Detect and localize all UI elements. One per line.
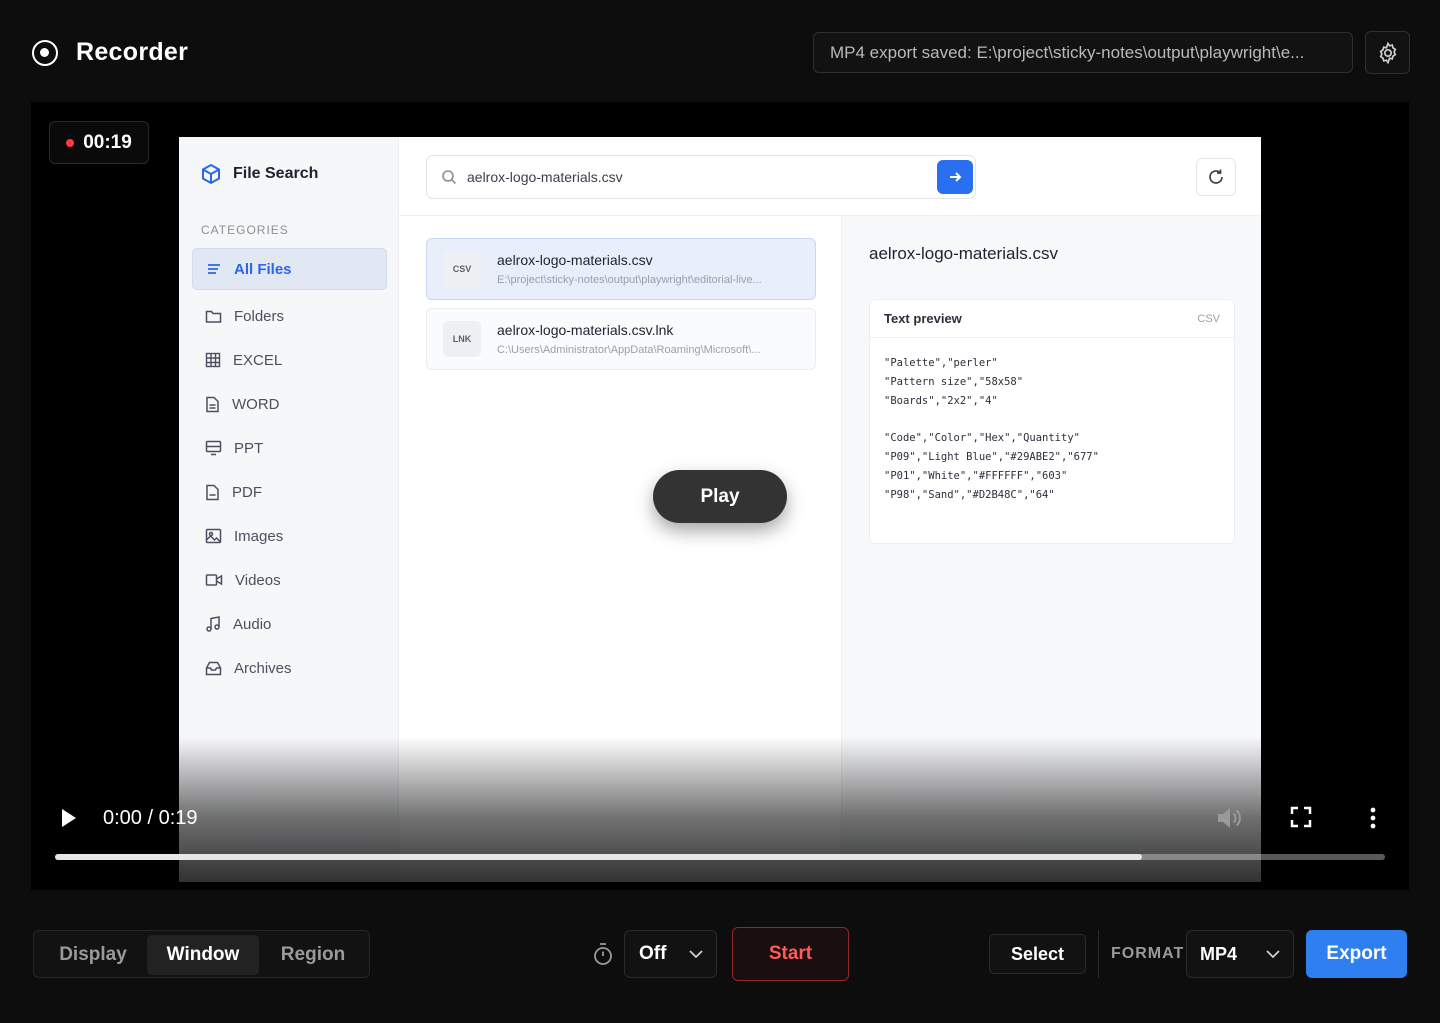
chevron-down-icon	[689, 950, 703, 959]
preview-title: aelrox-logo-materials.csv	[869, 244, 1058, 263]
nav-item-label: PPT	[234, 439, 264, 457]
mode-region-button[interactable]: Region	[258, 935, 368, 975]
file-name: aelrox-logo-materials.csv	[497, 252, 653, 268]
cube-icon	[202, 163, 220, 185]
capture-mode-group: Display Window Region	[33, 930, 370, 978]
category-nav: All Files Folders EXCEL WORD PPT PDF Ima…	[192, 248, 387, 690]
list-item[interactable]: LNK aelrox-logo-materials.csv.lnk C:\Use…	[426, 308, 816, 370]
slides-icon	[205, 440, 222, 456]
video-controls: 0:00 / 0:19	[31, 792, 1409, 852]
recording-timer: 00:19	[49, 121, 149, 164]
file-path: E:\project\sticky-notes\output\playwrigh…	[497, 274, 762, 286]
image-icon	[205, 528, 222, 544]
text-preview-card: Text preview CSV "Palette","perler" "Pat…	[869, 299, 1235, 544]
nav-item-images[interactable]: Images	[192, 514, 387, 558]
nav-item-label: PDF	[232, 483, 262, 501]
nav-item-label: WORD	[232, 395, 280, 413]
fullscreen-icon[interactable]	[1290, 806, 1312, 828]
nav-item-label: Videos	[235, 571, 281, 589]
format-label: FORMAT	[1111, 945, 1185, 962]
nav-item-label: Folders	[234, 307, 285, 325]
recording-elapsed: 00:19	[83, 131, 132, 153]
nav-item-word[interactable]: WORD	[192, 382, 387, 426]
app-logo: File Search	[201, 163, 318, 185]
start-button[interactable]: Start	[732, 927, 849, 981]
categories-label: CATEGORIES	[201, 223, 289, 237]
refresh-icon	[1209, 169, 1223, 184]
settings-button[interactable]	[1365, 31, 1410, 74]
volume-icon[interactable]	[1214, 805, 1242, 831]
gear-icon	[1379, 41, 1396, 64]
preview-content: "Palette","perler" "Pattern size","58x58…	[884, 357, 1099, 501]
format-select[interactable]: MP4	[1186, 930, 1294, 978]
pdf-icon	[206, 484, 219, 500]
list-item[interactable]: CSV aelrox-logo-materials.csv E:\project…	[426, 238, 816, 300]
refresh-button[interactable]	[1196, 158, 1236, 196]
timer-value: Off	[639, 943, 667, 964]
chevron-down-icon	[1266, 950, 1280, 959]
nav-item-label: All Files	[234, 260, 292, 278]
result-list: CSV aelrox-logo-materials.csv E:\project…	[426, 238, 816, 378]
nav-item-audio[interactable]: Audio	[192, 602, 387, 646]
search-icon	[442, 170, 457, 185]
header: Recorder MP4 export saved: E:\project\st…	[0, 0, 1440, 102]
document-icon	[206, 396, 219, 412]
record-icon	[32, 40, 58, 66]
list-icon	[208, 264, 220, 274]
progress-fill	[55, 854, 1142, 860]
mode-window-button[interactable]: Window	[147, 935, 259, 975]
file-path: C:\Users\Administrator\AppData\Roaming\M…	[497, 344, 761, 356]
search-input[interactable]: aelrox-logo-materials.csv	[426, 155, 976, 199]
select-button[interactable]: Select	[989, 934, 1086, 974]
nav-item-pdf[interactable]: PDF	[192, 470, 387, 514]
progress-bar[interactable]	[55, 854, 1385, 860]
more-options-icon[interactable]	[1362, 806, 1384, 830]
divider	[1098, 930, 1099, 978]
status-message: MP4 export saved: E:\project\sticky-note…	[813, 32, 1353, 73]
video-player[interactable]: 00:19 File Search CATEGORIES All Files F…	[31, 102, 1409, 890]
preview-card-type: CSV	[1197, 312, 1220, 325]
format-value: MP4	[1200, 943, 1238, 964]
play-icon[interactable]	[59, 806, 79, 830]
search-go-button[interactable]	[937, 160, 973, 194]
nav-item-label: Images	[234, 527, 284, 545]
app-window-title: File Search	[233, 165, 319, 182]
nav-item-label: Archives	[234, 659, 292, 677]
archive-icon	[205, 661, 222, 675]
time-display: 0:00 / 0:19	[103, 807, 198, 829]
app-title: Recorder	[76, 38, 189, 66]
preview-card-header: Text preview CSV	[870, 300, 1234, 338]
folder-icon	[205, 310, 222, 323]
grid-icon	[205, 352, 221, 368]
file-name: aelrox-logo-materials.csv.lnk	[497, 322, 674, 338]
preview-card-title: Text preview	[884, 311, 962, 326]
nav-item-folders[interactable]: Folders	[192, 294, 387, 338]
export-button[interactable]: Export	[1306, 930, 1407, 978]
recording-dot-icon	[66, 138, 75, 147]
nav-item-ppt[interactable]: PPT	[192, 426, 387, 470]
timer-select[interactable]: Off	[624, 930, 717, 978]
video-icon	[205, 574, 223, 586]
nav-item-all-files[interactable]: All Files	[192, 248, 387, 290]
nav-item-label: EXCEL	[233, 351, 283, 369]
nav-item-label: Audio	[233, 615, 272, 633]
mode-display-button[interactable]: Display	[38, 935, 148, 975]
play-overlay-button[interactable]: Play	[653, 470, 787, 523]
timer-icon	[594, 943, 612, 965]
nav-item-excel[interactable]: EXCEL	[192, 338, 387, 382]
nav-item-videos[interactable]: Videos	[192, 558, 387, 602]
file-type-badge: CSV	[443, 251, 481, 287]
file-type-badge: LNK	[443, 321, 481, 357]
nav-item-archives[interactable]: Archives	[192, 646, 387, 690]
music-icon	[206, 615, 220, 632]
arrow-right-icon	[950, 172, 962, 182]
search-value: aelrox-logo-materials.csv	[467, 169, 623, 185]
